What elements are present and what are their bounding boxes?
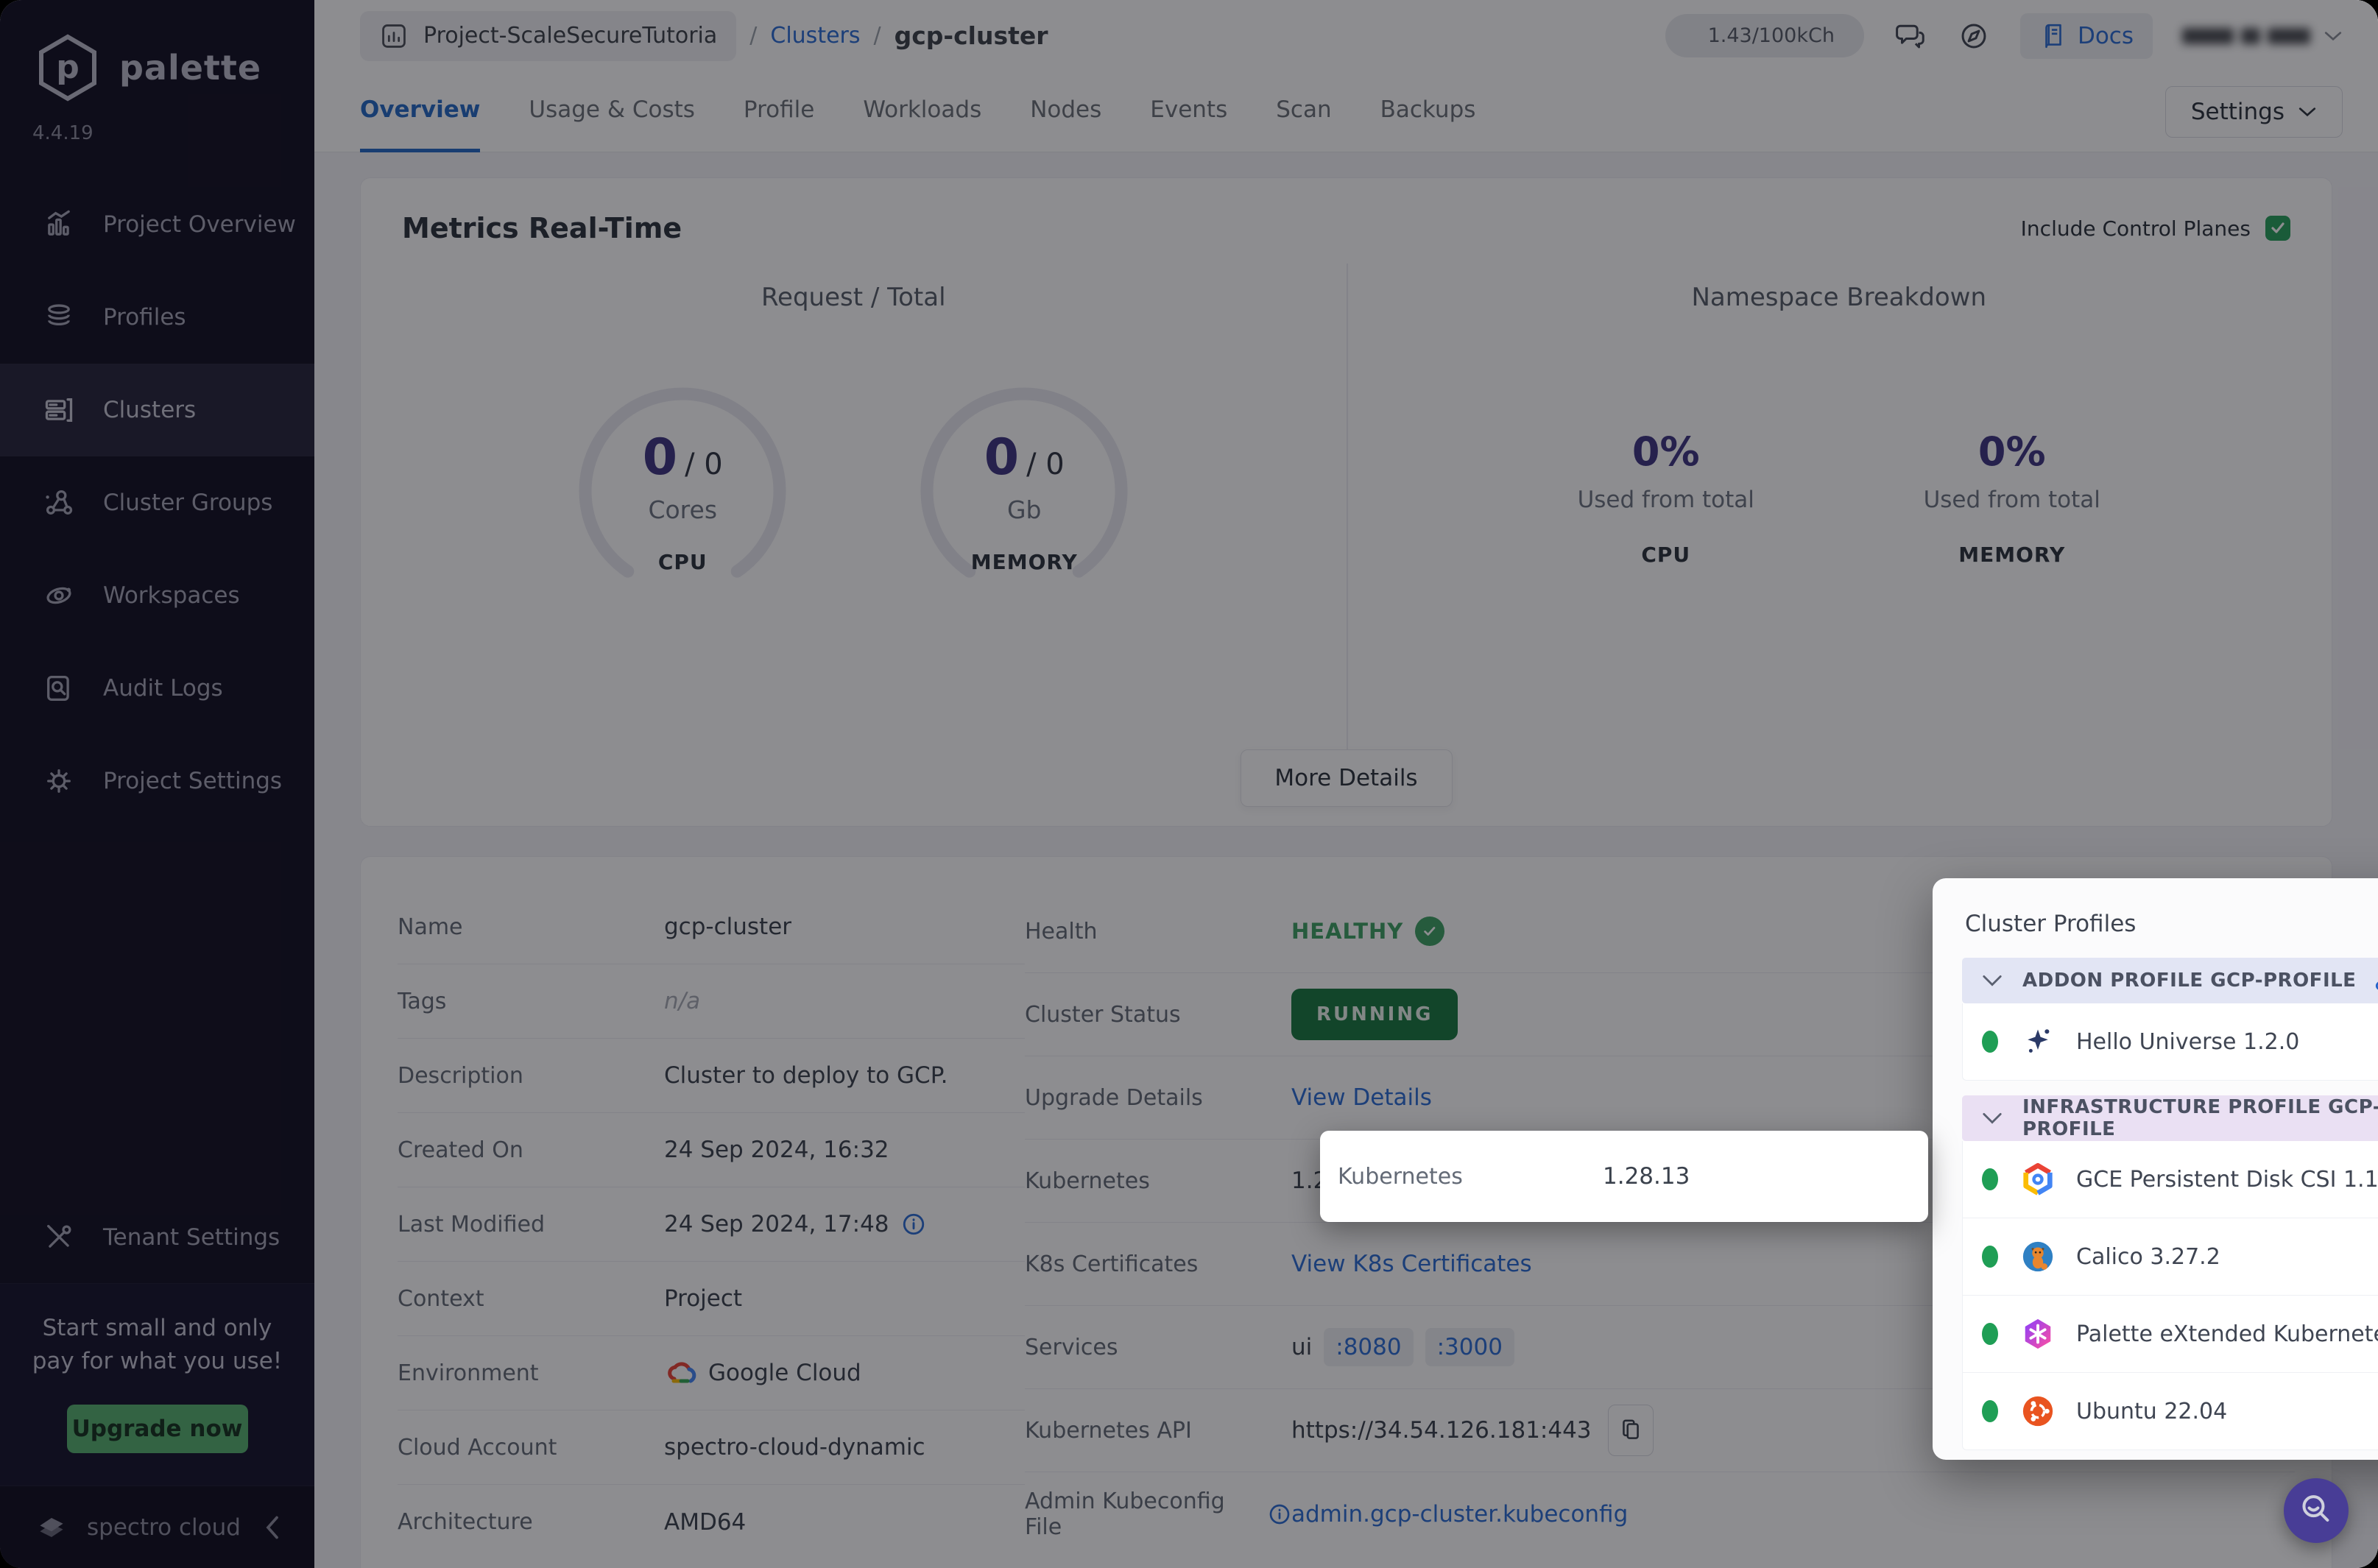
chevron-down-icon	[1981, 973, 2003, 988]
infrastructure-profile-section-header[interactable]: INFRASTRUCTURE PROFILE GCP-PROFILE PROJ	[1962, 1095, 2378, 1141]
status-dot-icon	[1982, 1323, 1998, 1345]
profile-item-calico[interactable]: Calico 3.27.2	[1962, 1218, 2378, 1296]
profile-item-ubuntu[interactable]: Ubuntu 22.04	[1962, 1373, 2378, 1450]
palette-extended-kubernetes-icon	[2020, 1316, 2056, 1352]
profile-item-gce-persistent-disk[interactable]: GCE Persistent Disk CSI 1.12.4	[1962, 1141, 2378, 1218]
status-dot-icon	[1982, 1031, 1998, 1053]
ubuntu-icon	[2020, 1394, 2056, 1429]
chevron-down-icon	[1981, 1111, 2003, 1126]
status-dot-icon	[1982, 1246, 1998, 1268]
popup-title: Cluster Profiles	[1965, 911, 2137, 937]
assistant-search-button[interactable]	[2284, 1478, 2349, 1543]
profile-item-hello-universe[interactable]: Hello Universe 1.2.0	[1962, 1003, 2378, 1081]
status-dot-icon	[1982, 1168, 1998, 1190]
kubernetes-spotlight-row: Kubernetes 1.28.13	[1320, 1131, 1928, 1222]
profile-item-palette-extended-kubernetes[interactable]: Palette eXtended Kubernetes 1.28.13	[1962, 1296, 2378, 1373]
addon-profile-section-header[interactable]: ADDON PROFILE GCP-PROFILE PROJ	[1962, 958, 2378, 1003]
app-window: p palette 4.4.19 Project Overview Profil…	[0, 0, 2378, 1568]
calico-icon	[2020, 1239, 2056, 1274]
gce-persistent-disk-icon	[2020, 1162, 2056, 1197]
status-dot-icon	[1982, 1400, 1998, 1422]
link-icon	[2372, 967, 2378, 994]
hello-universe-icon	[2020, 1024, 2056, 1059]
magnifier-smile-icon	[2297, 1491, 2335, 1530]
cluster-profiles-popup: Cluster Profiles ADDON PROFILE GCP-PROFI…	[1933, 878, 2378, 1460]
